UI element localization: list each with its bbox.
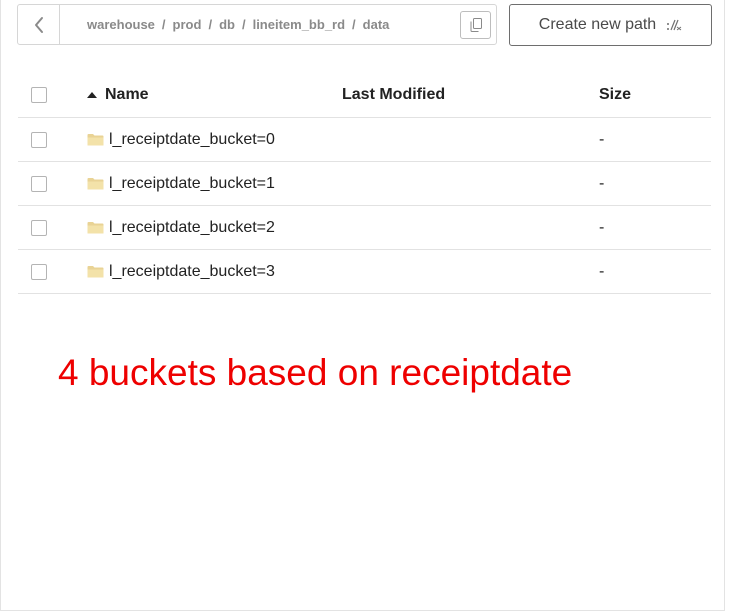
breadcrumb-separator: /: [161, 17, 166, 32]
back-button[interactable]: [18, 5, 60, 44]
row-checkbox[interactable]: [31, 264, 47, 280]
name-cell[interactable]: l_receiptdate_bucket=2: [87, 206, 275, 249]
size-cell: -: [599, 250, 604, 293]
name-cell[interactable]: l_receiptdate_bucket=3: [87, 250, 275, 293]
path-icon: [667, 19, 682, 31]
name-column-header[interactable]: Name: [87, 73, 149, 117]
size-cell: -: [599, 206, 604, 249]
folder-icon: [87, 222, 104, 234]
size-value: -: [599, 130, 605, 148]
size-column-header[interactable]: Size: [599, 73, 631, 117]
breadcrumb-item-lineitem[interactable]: lineitem_bb_rd: [253, 17, 345, 32]
folder-icon: [87, 266, 104, 278]
file-name[interactable]: l_receiptdate_bucket=2: [109, 219, 275, 237]
copy-path-button[interactable]: [460, 10, 491, 39]
file-name[interactable]: l_receiptdate_bucket=1: [109, 175, 275, 193]
size-value: -: [599, 262, 605, 280]
row-checkbox[interactable]: [31, 176, 47, 192]
path-bar: warehouse / prod / db / lineitem_bb_rd /…: [17, 4, 497, 45]
file-browser-panel: warehouse / prod / db / lineitem_bb_rd /…: [0, 0, 725, 611]
name-header-label: Name: [105, 86, 149, 103]
breadcrumb-item-prod[interactable]: prod: [173, 17, 202, 32]
breadcrumb-item-data[interactable]: data: [363, 17, 390, 32]
size-cell: -: [599, 162, 604, 205]
annotation-text: 4 buckets based on receiptdate: [58, 352, 573, 393]
table-row[interactable]: l_receiptdate_bucket=1 -: [18, 162, 711, 206]
table-row[interactable]: l_receiptdate_bucket=2 -: [18, 206, 711, 250]
breadcrumb-separator: /: [241, 17, 246, 32]
breadcrumb-separator: /: [352, 17, 356, 32]
create-new-path-button[interactable]: Create new path: [509, 4, 712, 46]
file-name[interactable]: l_receiptdate_bucket=0: [109, 131, 275, 149]
folder-icon: [87, 178, 104, 190]
chevron-left-icon: [34, 16, 43, 33]
breadcrumb-item-db[interactable]: db: [219, 17, 235, 32]
files-table: Name Last Modified Size l_receiptdate_bu…: [18, 73, 711, 294]
select-all-checkbox[interactable]: [31, 87, 47, 103]
size-value: -: [599, 174, 605, 192]
size-header-label: Size: [599, 86, 632, 103]
row-checkbox[interactable]: [31, 220, 47, 236]
breadcrumb: warehouse / prod / db / lineitem_bb_rd /…: [60, 17, 460, 32]
copy-icon: [470, 17, 482, 32]
row-checkbox[interactable]: [31, 132, 47, 148]
breadcrumb-separator: /: [208, 17, 213, 32]
last-modified-column-header[interactable]: Last Modified: [342, 73, 445, 117]
size-cell: -: [599, 118, 604, 161]
file-name[interactable]: l_receiptdate_bucket=3: [109, 263, 275, 281]
last-modified-header-label: Last Modified: [342, 86, 446, 103]
folder-icon: [87, 134, 104, 146]
size-value: -: [599, 218, 605, 236]
create-new-path-label: Create new path: [538, 16, 657, 33]
name-cell[interactable]: l_receiptdate_bucket=1: [87, 162, 275, 205]
table-header-row: Name Last Modified Size: [18, 73, 711, 118]
table-row[interactable]: l_receiptdate_bucket=3 -: [18, 250, 711, 294]
breadcrumb-item-warehouse[interactable]: warehouse: [87, 17, 155, 32]
table-row[interactable]: l_receiptdate_bucket=0 -: [18, 118, 711, 162]
sort-ascending-icon: [87, 92, 97, 98]
name-cell[interactable]: l_receiptdate_bucket=0: [87, 118, 275, 161]
